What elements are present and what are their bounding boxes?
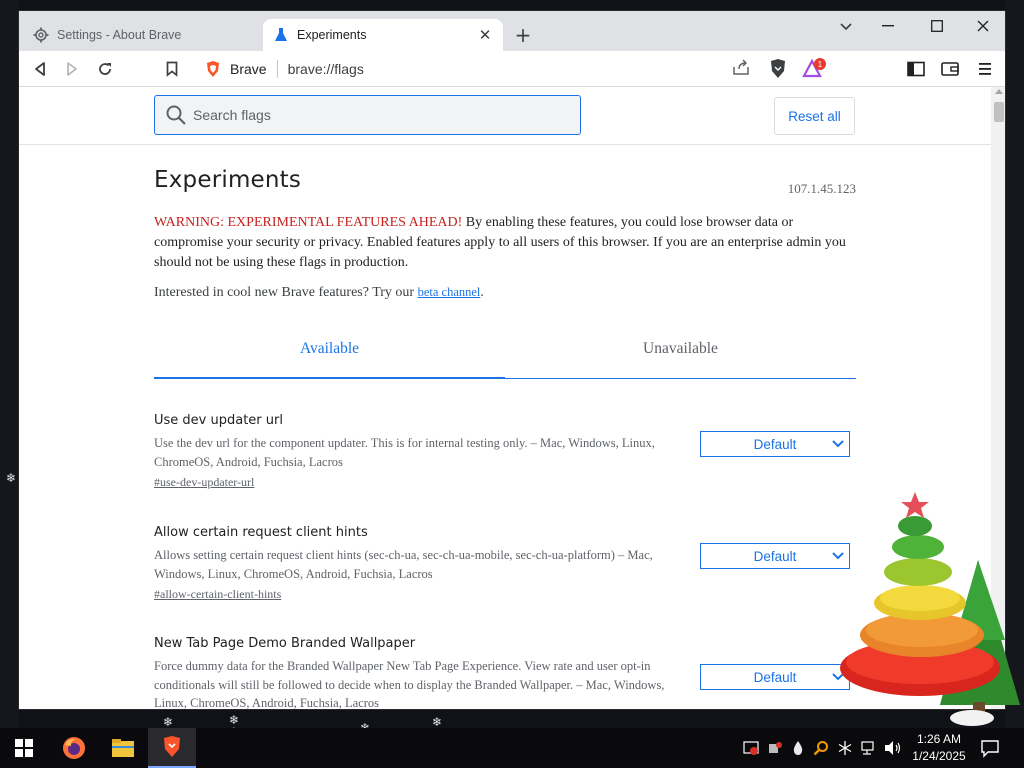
notification-icon[interactable]: [980, 738, 1002, 758]
forward-button[interactable]: [59, 56, 85, 82]
flag-item: Allow certain request client hints Allow…: [154, 525, 856, 602]
search-tool-icon[interactable]: [812, 738, 830, 758]
flag-permalink[interactable]: #allow-certain-client-hints: [154, 587, 281, 602]
beta-promo: Interested in cool new Brave features? T…: [154, 285, 484, 301]
volume-icon[interactable]: [884, 738, 902, 758]
tab-settings[interactable]: Settings - About Brave: [23, 19, 263, 51]
chevron-down-icon: [832, 440, 844, 448]
flag-description: Force dummy data for the Branded Wallpap…: [154, 659, 665, 710]
flag-item: Use dev updater url Use the dev url for …: [154, 413, 856, 490]
file-explorer-icon[interactable]: [99, 728, 147, 768]
tab-available[interactable]: Available: [154, 321, 505, 377]
flask-icon: [273, 27, 289, 43]
rewards-badge: 1: [818, 60, 823, 69]
tab-divider-line: [505, 378, 856, 379]
wallet-icon[interactable]: [937, 56, 963, 82]
search-flags-input[interactable]: [193, 107, 553, 123]
windows-taskbar: 1:26 AM 1/24/2025: [0, 728, 1024, 768]
search-box[interactable]: [154, 95, 581, 135]
flag-state-value: Default: [753, 669, 797, 685]
gear-icon: [33, 27, 49, 43]
tab-title: Experiments: [297, 28, 367, 42]
version-label: 107.1.45.123: [787, 181, 856, 196]
bookmark-icon[interactable]: [159, 56, 185, 82]
beta-channel-link[interactable]: beta channel: [418, 285, 481, 299]
back-button[interactable]: [27, 56, 53, 82]
minimize-button[interactable]: [865, 11, 911, 41]
browser-toolbar: Brave brave://flags 1: [19, 51, 1005, 87]
tab-search-button[interactable]: [831, 15, 861, 39]
snowflake-tray-icon[interactable]: [836, 738, 854, 758]
maximize-button[interactable]: [914, 11, 960, 41]
address-bar[interactable]: Brave brave://flags: [194, 54, 784, 84]
site-label: Brave: [230, 61, 267, 77]
warning-heading: WARNING: EXPERIMENTAL FEATURES AHEAD!: [154, 215, 463, 230]
tab-experiments[interactable]: Experiments ✕: [263, 19, 503, 51]
taskbar-clock[interactable]: 1:26 AM 1/24/2025: [904, 731, 974, 765]
flag-permalink[interactable]: #use-dev-updater-url: [154, 475, 254, 490]
flag-tabs: Available Unavailable: [154, 321, 856, 379]
clock-time: 1:26 AM: [916, 732, 962, 746]
flag-name: New Tab Page Demo Branded Wallpaper: [154, 636, 416, 651]
flag-state-select[interactable]: Default: [700, 543, 850, 569]
tab-unavailable[interactable]: Unavailable: [505, 321, 856, 377]
desktop-edge-left: [0, 0, 18, 728]
flag-state-select[interactable]: Default: [700, 431, 850, 457]
search-icon: [166, 105, 186, 125]
flag-description: Use the dev url for the component update…: [154, 436, 655, 469]
active-tab-indicator: [154, 377, 505, 379]
tab-strip: Settings - About Brave Experiments ✕ +: [19, 11, 1005, 51]
flag-description: Allows setting certain request client hi…: [154, 548, 653, 581]
brave-icon[interactable]: [148, 728, 196, 768]
url-text[interactable]: brave://flags: [288, 61, 364, 77]
drop-icon[interactable]: [790, 738, 806, 758]
flag-item: New Tab Page Demo Branded Wallpaper Forc…: [154, 636, 856, 710]
network-icon[interactable]: [860, 738, 878, 758]
snowflake-icon: ❄: [432, 715, 443, 729]
snowflake-icon: ❄: [6, 471, 17, 485]
snowflake-icon: ❄: [163, 715, 174, 729]
warning-text: WARNING: EXPERIMENTAL FEATURES AHEAD! By…: [154, 213, 856, 273]
menu-icon[interactable]: [972, 56, 998, 82]
christmas-tree-decoration: [840, 492, 1020, 726]
tab-title: Settings - About Brave: [57, 28, 182, 42]
tray-app-icon[interactable]: [766, 738, 784, 758]
search-header: Reset all: [19, 87, 991, 145]
reset-all-button[interactable]: Reset all: [774, 97, 855, 135]
flag-state-value: Default: [753, 436, 797, 452]
firefox-icon[interactable]: [50, 728, 98, 768]
flag-state-select[interactable]: Default: [700, 664, 850, 690]
close-tab-icon[interactable]: ✕: [477, 27, 493, 44]
sidebar-toggle-icon[interactable]: [903, 56, 929, 82]
reload-button[interactable]: [92, 56, 118, 82]
share-icon[interactable]: [731, 58, 753, 80]
brave-rewards-icon[interactable]: 1: [801, 56, 827, 82]
scroll-thumb[interactable]: [994, 102, 1004, 122]
brave-shields-icon[interactable]: [204, 60, 222, 78]
brave-lion-icon[interactable]: [765, 56, 791, 82]
new-tab-button[interactable]: +: [509, 23, 537, 47]
security-alert-icon[interactable]: [742, 738, 760, 758]
beta-promo-end: .: [480, 285, 484, 300]
flag-name: Use dev updater url: [154, 413, 283, 428]
beta-promo-text: Interested in cool new Brave features? T…: [154, 285, 418, 300]
close-window-button[interactable]: [960, 11, 1005, 41]
scroll-up-arrow[interactable]: [995, 89, 1003, 94]
omnibox-divider: [276, 60, 278, 78]
start-icon[interactable]: [0, 728, 48, 768]
page-title: Experiments: [154, 167, 302, 193]
clock-date: 1/24/2025: [912, 749, 966, 763]
flag-state-value: Default: [753, 548, 797, 564]
flag-name: Allow certain request client hints: [154, 525, 368, 540]
